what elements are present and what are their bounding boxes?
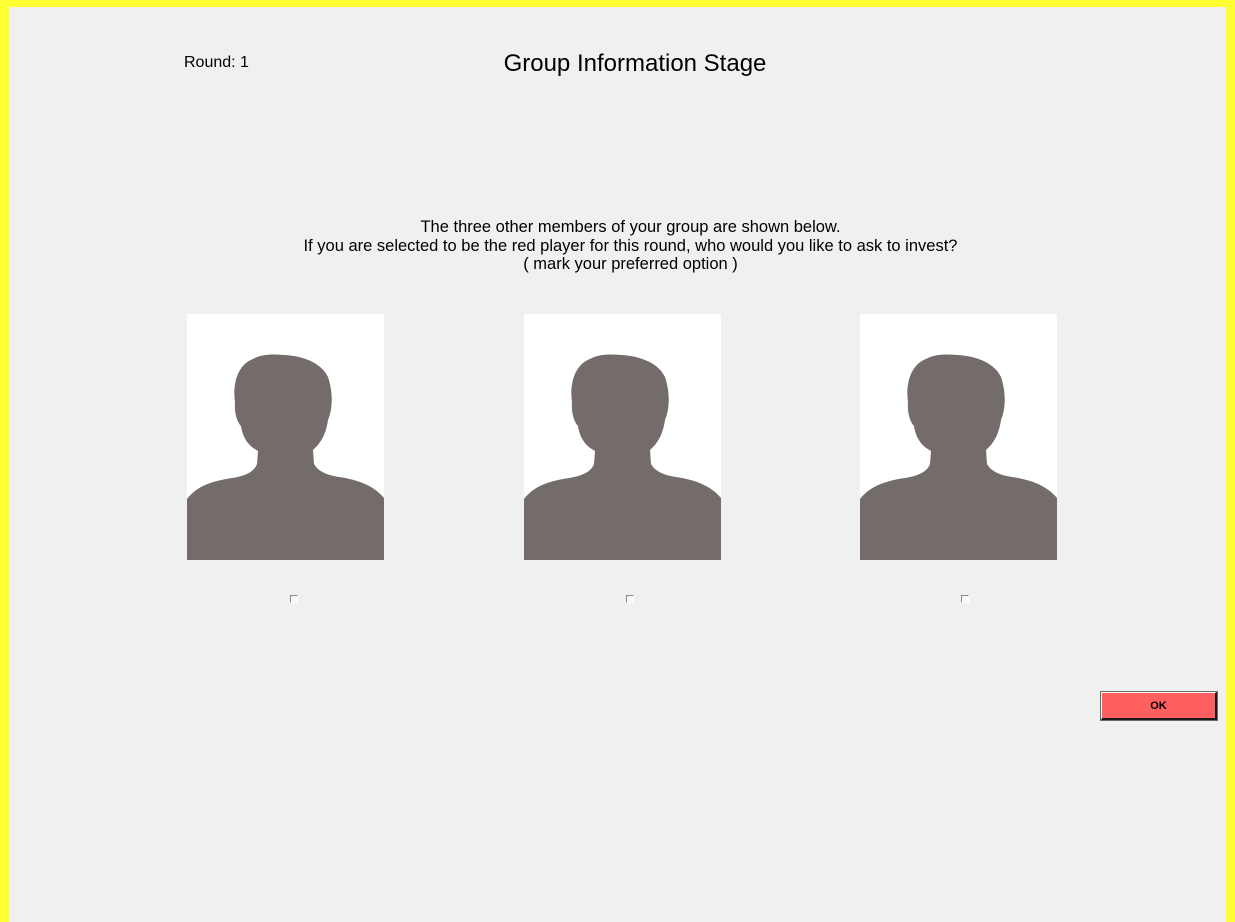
instruction-line-1: The three other members of your group ar…: [420, 218, 841, 236]
member-1-photo: [187, 314, 384, 560]
instruction-line-3: ( mark your preferred option ): [523, 255, 738, 273]
person-silhouette-icon: [860, 354, 1057, 560]
member-2-photo: [524, 314, 721, 560]
instructions: The three other members of your group ar…: [9, 218, 1235, 274]
page-title: Group Information Stage: [503, 50, 767, 77]
member-3-photo: [860, 314, 1057, 560]
person-silhouette-icon: [187, 354, 384, 560]
member-2-checkbox[interactable]: [626, 595, 634, 603]
instruction-line-2: If you are selected to be the red player…: [303, 236, 958, 255]
experiment-window: Round: 1 Group Information Stage The thr…: [0, 0, 1235, 922]
member-1-checkbox[interactable]: [290, 595, 298, 603]
person-silhouette-icon: [524, 354, 721, 560]
member-3-checkbox[interactable]: [961, 595, 969, 603]
ok-button[interactable]: OK: [1100, 691, 1218, 721]
